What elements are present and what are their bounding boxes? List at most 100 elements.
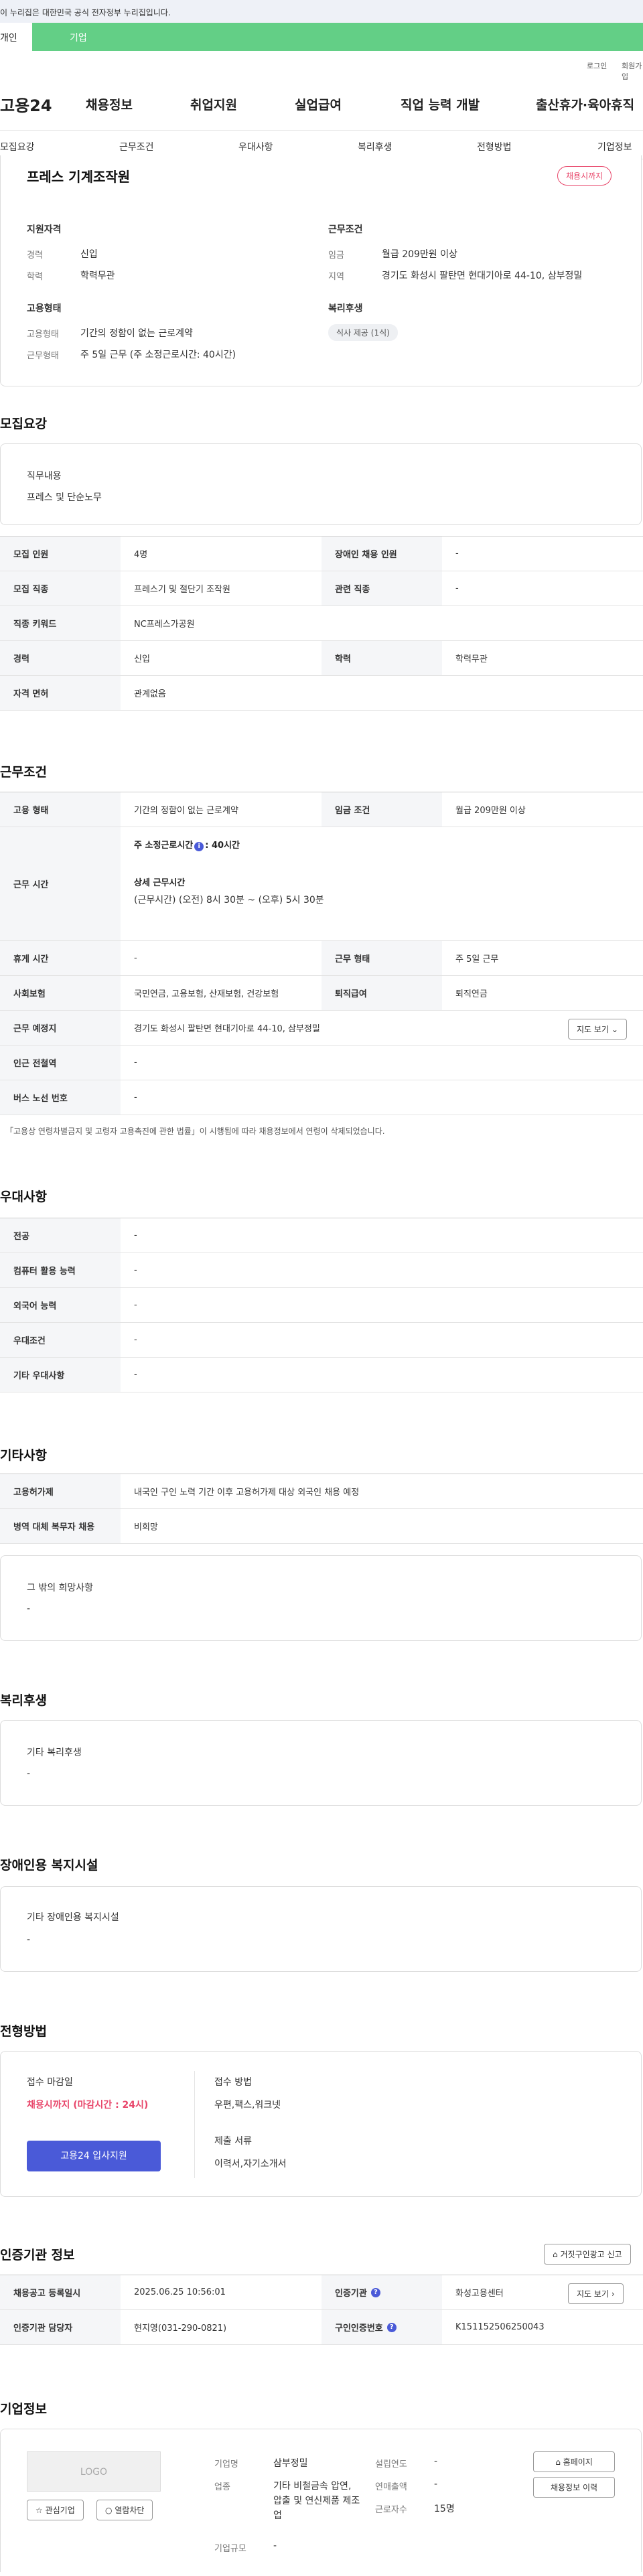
gov-banner: 이 누리집은 대한민국 공식 전자정부 누리집입니다. [0,0,643,23]
subnav-conditions[interactable]: 근무조건 [119,140,154,153]
block-button[interactable]: ○ 열람차단 [96,2500,153,2520]
divider [194,2071,195,2178]
map-button-label: 지도 보기 [577,1025,609,1034]
deadline-label: 접수 마감일 [27,2077,73,2088]
table-header-cell: 학력 [322,641,442,675]
table-cell: - [134,1370,137,1380]
table-header-cell: 자격 면허 [0,676,121,710]
table-header-cell: 고용허가제 [0,1474,121,1508]
table-header-cell: 근무 예정지 [0,1011,121,1045]
table-header-cell: 병역 대체 복무자 채용 [0,1509,121,1543]
subnav-company[interactable]: 기업정보 [597,140,632,153]
agency-map-label: 지도 보기 [577,2289,609,2299]
subnav-welfare[interactable]: 복리후생 [358,140,392,153]
table-cell: 학력무관 [455,654,488,664]
hours-detail-value: (근무시간) (오전) 8시 30분 ~ (오후) 5시 30분 [134,895,324,906]
gnb-vocational-training[interactable]: 직업 능력 개발 [401,95,480,113]
info-icon[interactable]: ? [370,2287,380,2297]
subnav-preference[interactable]: 우대사항 [238,140,273,153]
table-header-cell: 고용 형태 [0,792,121,827]
emp-type-key: 고용형태 [27,330,59,340]
gnb-employment-support[interactable]: 취업지원 [190,95,237,113]
homepage-button[interactable]: ⌂ 홈페이지 [533,2451,615,2472]
info-icon[interactable]: i [194,842,204,851]
gnb-unemployment-benefit[interactable]: 실업급여 [295,95,342,113]
agency-map-button[interactable]: 지도 보기 › [568,2283,624,2304]
table-cell: 경기도 화성시 팔탄면 현대기아로 44-10, 삼부정밀 [134,1024,320,1034]
age-note: 「고용상 연령차별금지 및 고령자 고용촉진에 관한 법률」이 시행됨에 따라 … [5,1127,385,1136]
pref-section-title: 우대사항 [0,1190,47,1204]
table-row: 자격 면허 관계없음 [0,676,643,711]
table-header-cell: 우대조건 [0,1323,121,1357]
table-header-cell: 퇴직급여 [322,976,442,1010]
table-row: 경력 신입 학력 학력무관 [0,641,643,676]
map-button[interactable]: 지도 보기 ⌄ [568,1019,627,1040]
table-header-cell: 휴게 시간 [0,941,121,975]
table-cell: 기간의 정함이 없는 근로계약 [134,806,238,816]
chevron-down-icon: ⌄ [611,1025,618,1034]
subnav-screening[interactable]: 전형방법 [477,140,512,153]
table-cell: 현지영(031-290-0821) [134,2323,227,2334]
table-row: 사회보험 국민연금, 고용보험, 산재보험, 건강보험 퇴직급여 퇴직연금 [0,976,643,1011]
table-header-cell: 컴퓨터 활용 능력 [0,1253,121,1287]
emp-form-key: 근무형태 [27,351,59,361]
login-link[interactable]: 로그인 [587,60,607,71]
interest-button[interactable]: ☆ 관심기업 [27,2500,84,2520]
join-link[interactable]: 회원가입 [622,60,643,82]
table-header-cell: 인근 전철역 [0,1046,121,1080]
company-emp-key: 근로자수 [375,2505,407,2515]
company-name-value: 삼부정밀 [273,2458,308,2469]
info-icon[interactable]: ? [386,2322,397,2332]
site-logo[interactable]: 고용24 [0,92,52,116]
gov-banner-text: 이 누리집은 대한민국 공식 전자정부 누리집입니다. [0,8,171,17]
table-row: 우대조건 - [0,1323,643,1358]
screening-card [0,2051,642,2197]
table-header-cell: 관련 직종 [322,571,442,605]
hours-weekly: 주 소정근로시간 i: 40시간 [134,838,240,851]
table-cell: 화성고용센터 [455,2289,504,2299]
cond-region-key: 지역 [328,272,344,282]
company-name-key: 기업명 [214,2459,238,2470]
subnav-recruit[interactable]: 모집요강 [0,140,35,153]
qual-career-value: 신입 [80,249,98,260]
gnb-job-info[interactable]: 채용정보 [86,95,133,113]
table-cell: - [134,1335,137,1345]
table-cell: NC프레스가공원 [134,620,195,630]
table-cell: 4명 [134,550,148,560]
table-cell: - [134,1230,137,1240]
table-row: 고용 형태 기간의 정함이 없는 근로계약 임금 조건 월급 209만원 이상 [0,792,643,827]
table-header-cell: 채용공고 등록일시 [0,2275,121,2309]
duty-value: 프레스 및 단순노무 [27,492,102,503]
company-logo: LOGO [27,2451,161,2492]
home-icon: ⌂ [553,2250,558,2259]
agency-org-key: 인증기관 [335,2289,367,2299]
company-size-value: - [273,2541,277,2551]
report-button[interactable]: ⌂ 거짓구인광고 신고 [544,2244,631,2265]
company-industry-key: 업종 [214,2482,230,2492]
welfare-card [0,1720,642,1806]
hours-weekly-label: 주 소정근로시간 [134,841,194,851]
agency-section-title: 인증기관 정보 [0,2248,75,2263]
table-cell: 주 5일 근무 [455,954,499,964]
table-cell: - [134,1300,137,1310]
history-button[interactable]: 채용정보 이력 [533,2477,615,2498]
company-est-key: 설립연도 [375,2459,407,2470]
apply-button[interactable]: 고용24 입사지원 [27,2141,161,2171]
disabled-value: - [27,1934,31,1945]
docs-value: 이력서,자기소개서 [214,2159,287,2169]
work-section-title: 근무조건 [0,765,47,780]
method-label: 접수 방법 [214,2077,252,2088]
deadline-value: 채용시까지 (마감시간 : 24시) [27,2100,149,2110]
tab-individual[interactable]: 개인 [0,31,17,44]
table-cell: 내국인 구인 노력 기간 이후 고용허가제 대상 외국인 채용 예정 [134,1488,360,1498]
tab-company[interactable]: 기업 [32,23,643,51]
cond-wage-value: 월급 209만원 이상 [382,249,457,260]
table-row: 근무 시간 주 소정근로시간 i: 40시간 상세 근무시간 (근무시간) (오전… [0,827,643,941]
welfare-section-title: 복리후생 [0,1693,47,1708]
etc-section-title: 기타사항 [0,1448,47,1463]
table-cell: 비희망 [134,1522,158,1532]
gnb-parental-leave[interactable]: 출산휴가·육아휴직 [536,95,634,113]
table-header-cell: 모집 인원 [0,536,121,571]
etc-other-card [0,1555,642,1641]
qual-heading: 지원자격 [27,224,62,235]
